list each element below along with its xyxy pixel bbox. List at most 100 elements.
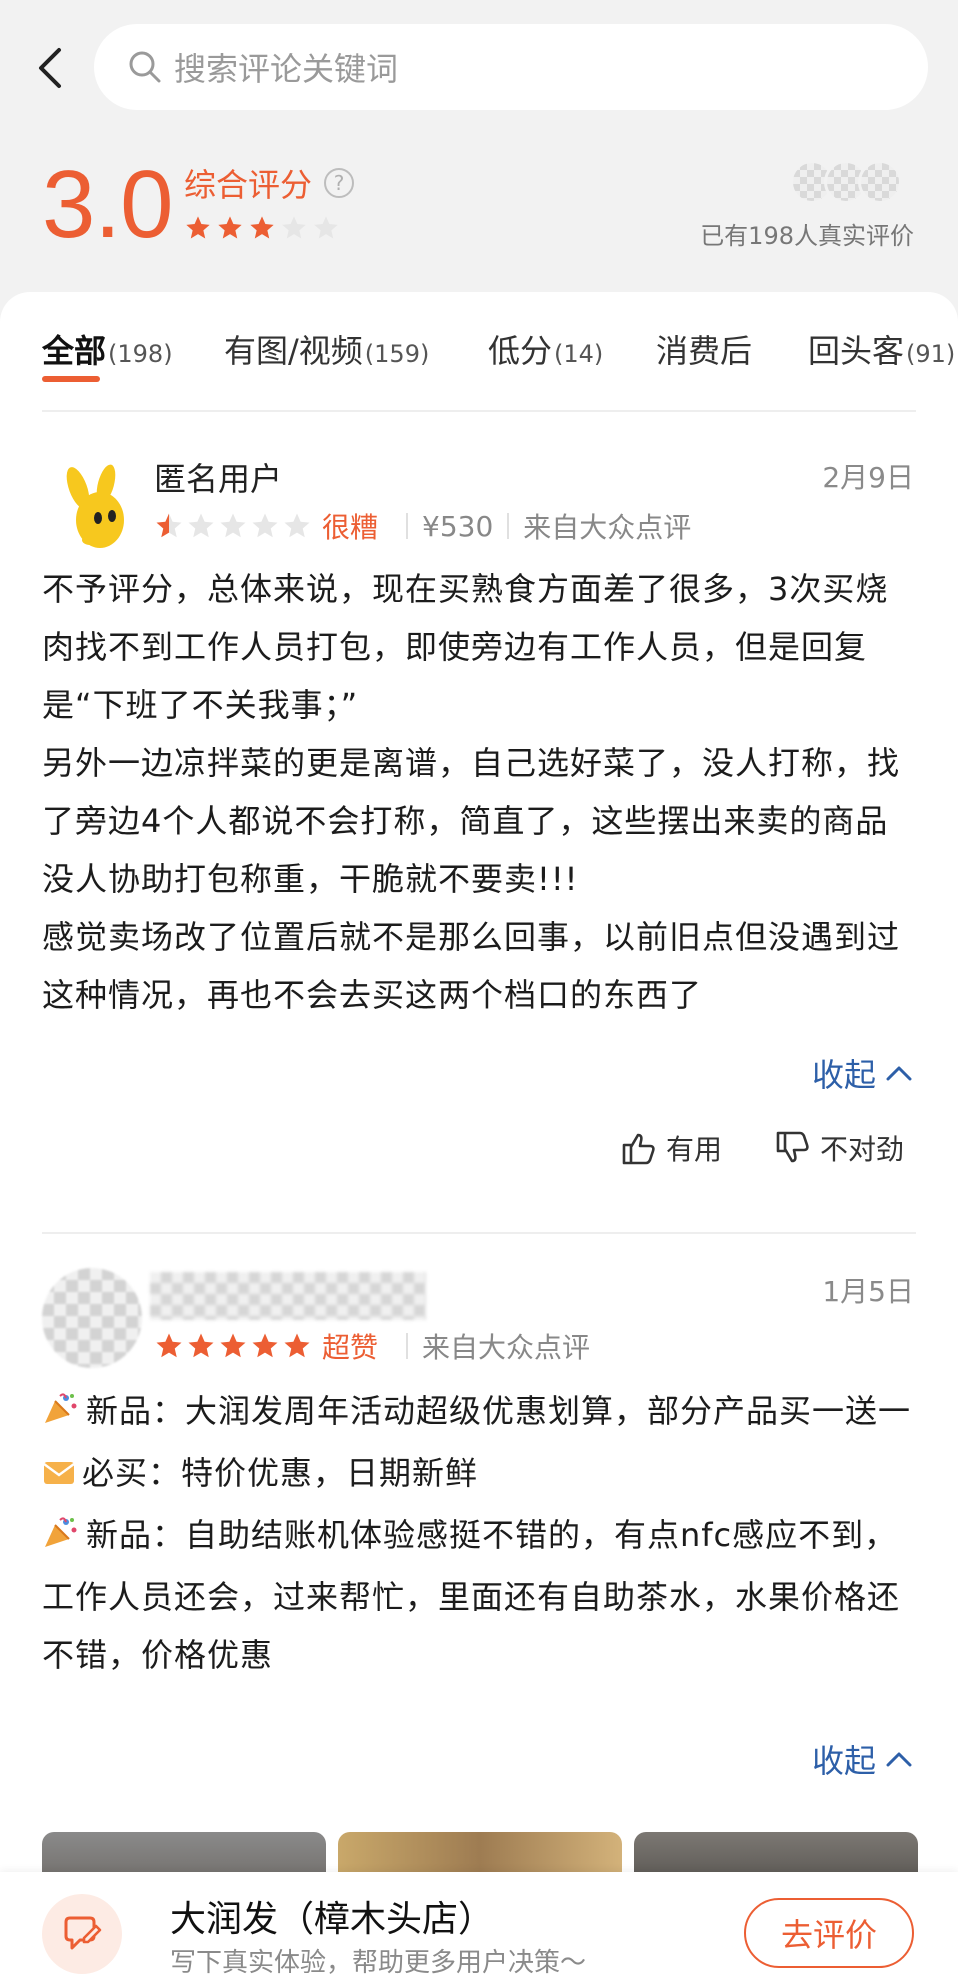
useful-button[interactable]: 有用 xyxy=(620,1128,722,1168)
paragraph-text: 新品：大润发周年活动超级优惠划算，部分产品买一送一 xyxy=(86,1392,912,1430)
avatar[interactable] xyxy=(42,1268,142,1368)
review-paragraph: 感觉卖场改了位置后就不是那么回事，以前旧点但没遇到过这种情况，再也不会去买这两个… xyxy=(42,918,901,1014)
top-bar: 搜索评论关键词 xyxy=(0,0,958,130)
collapse-label: 收起 xyxy=(811,1742,876,1780)
avatar[interactable] xyxy=(42,458,142,558)
thumbs-up-icon xyxy=(622,1133,655,1165)
star-icon xyxy=(314,216,338,239)
review-paragraph: 新品：自助结账机体验感挺不错的，有点nfc感应不到，工作人员还会，过来帮忙，里面… xyxy=(42,1506,916,1684)
tab-label: 回头客 xyxy=(808,332,905,370)
review-stars xyxy=(154,511,312,541)
review-price: ¥530 xyxy=(422,509,494,543)
overall-score: 3.0 xyxy=(42,151,173,258)
chevron-up-icon xyxy=(886,1752,912,1767)
star-icon xyxy=(218,216,242,239)
thumbs-down-icon xyxy=(776,1131,809,1163)
tab-after-purchase[interactable]: 消费后 xyxy=(656,326,752,372)
star-icon xyxy=(250,216,274,239)
tab-label: 消费后 xyxy=(656,332,753,370)
write-review-button[interactable]: 去评价 xyxy=(744,1898,914,1968)
filter-tabs: 全部(198) 有图/视频(159) 低分(14) 消费后 回头客(91) xyxy=(0,292,958,410)
review-photo[interactable] xyxy=(634,1832,918,1872)
review-body: 不予评分，总体来说，现在买熟食方面差了很多，3次买烧肉找不到工作人员打包，即使旁… xyxy=(42,560,916,1024)
review-date: 1月5日 xyxy=(822,1275,914,1308)
collapse-button[interactable]: 收起 xyxy=(812,1050,914,1096)
party-popper-icon xyxy=(42,1510,80,1568)
tab-count: (14) xyxy=(554,340,604,368)
star-icon xyxy=(252,513,278,538)
review-date: 2月9日 xyxy=(822,461,914,494)
review-photo[interactable] xyxy=(338,1832,622,1872)
star-icon xyxy=(220,513,246,538)
review-photos xyxy=(42,1832,918,1872)
chevron-left-icon xyxy=(39,48,61,88)
back-button[interactable] xyxy=(30,40,70,96)
collapse-button[interactable]: 收起 xyxy=(812,1736,914,1782)
review-paragraph: 另外一边凉拌菜的更是离谱，自己选好菜了，没人打称，找了旁边4个人都说不会打称，简… xyxy=(42,744,901,898)
not-right-button[interactable]: 不对劲 xyxy=(774,1128,904,1168)
reviewer-name: 匿名用户 xyxy=(154,460,283,498)
review-meta: 超赞 来自大众点评 xyxy=(154,1326,590,1366)
review-meta: 很糟 ¥530 来自大众点评 xyxy=(154,506,691,546)
tab-low-score[interactable]: 低分(14) xyxy=(488,326,603,372)
search-input[interactable]: 搜索评论关键词 xyxy=(94,24,928,110)
summary-stars xyxy=(184,214,340,242)
search-placeholder: 搜索评论关键词 xyxy=(174,50,399,88)
divider xyxy=(507,513,510,539)
active-tab-indicator xyxy=(42,376,100,382)
star-icon xyxy=(188,1333,214,1358)
divider xyxy=(406,513,409,539)
tab-count: (198) xyxy=(108,340,173,368)
reviews-card: 全部(198) 有图/视频(159) 低分(14) 消费后 回头客(91) 匿名… xyxy=(0,292,958,1872)
reviewer-name xyxy=(150,1272,426,1320)
store-subtitle: 写下真实体验，帮助更多用户决策～ xyxy=(170,1948,587,1978)
review-paragraph: 不予评分，总体来说，现在买熟食方面差了很多，3次买烧肉找不到工作人员打包，即使旁… xyxy=(42,570,889,724)
real-review-count: 已有198人真实评价 xyxy=(700,222,914,250)
score-label-text: 综合评分 xyxy=(184,166,313,204)
tab-label: 全部 xyxy=(42,332,107,370)
divider xyxy=(42,1232,916,1234)
star-icon xyxy=(156,1333,182,1358)
search-icon xyxy=(129,51,161,83)
divider xyxy=(406,1333,409,1359)
bottom-bar: 大润发（樟木头店） 写下真实体验，帮助更多用户决策～ 去评价 xyxy=(0,1872,958,1986)
star-icon xyxy=(252,1333,278,1358)
star-icon xyxy=(156,513,182,538)
star-icon xyxy=(284,513,310,538)
overall-score-label: 综合评分 ? xyxy=(184,160,355,206)
avatar xyxy=(858,160,902,204)
review-photo[interactable] xyxy=(42,1832,326,1872)
store-name: 大润发（樟木头店） xyxy=(170,1899,495,1940)
useful-label: 有用 xyxy=(666,1133,723,1166)
party-popper-icon xyxy=(42,1386,80,1444)
tab-count: (91) xyxy=(906,340,956,368)
star-icon xyxy=(284,1333,310,1358)
review-source: 来自大众点评 xyxy=(523,511,692,544)
review-paragraph: 新品：大润发周年活动超级优惠划算，部分产品买一送一 xyxy=(42,1382,916,1444)
rating-word: 很糟 xyxy=(322,511,379,544)
write-review-icon xyxy=(42,1894,122,1974)
review-paragraph: 必买：特价优惠，日期新鲜 xyxy=(42,1444,916,1506)
star-icon xyxy=(282,216,306,239)
tab-count: (159) xyxy=(364,340,430,368)
star-icon xyxy=(186,216,210,239)
review-stars xyxy=(154,1331,312,1361)
review-body: 新品：大润发周年活动超级优惠划算，部分产品买一送一 必买：特价优惠，日期新鲜 新… xyxy=(42,1382,916,1684)
star-icon xyxy=(188,513,214,538)
tab-all[interactable]: 全部(198) xyxy=(42,326,173,372)
not-right-label: 不对劲 xyxy=(820,1133,905,1166)
tab-label: 低分 xyxy=(488,332,553,370)
help-icon[interactable]: ? xyxy=(324,168,355,198)
divider xyxy=(42,410,916,412)
envelope-icon xyxy=(42,1448,76,1506)
paragraph-text: 新品：自助结账机体验感挺不错的，有点nfc感应不到，工作人员还会，过来帮忙，里面… xyxy=(42,1516,901,1674)
chevron-up-icon xyxy=(886,1066,912,1081)
review-source: 来自大众点评 xyxy=(422,1331,591,1364)
tab-with-media[interactable]: 有图/视频(159) xyxy=(224,326,429,372)
tab-returning[interactable]: 回头客(91) xyxy=(808,326,955,372)
tab-label: 有图/视频 xyxy=(224,332,363,370)
mascot-avatar-icon xyxy=(66,464,124,548)
paragraph-text: 必买：特价优惠，日期新鲜 xyxy=(82,1454,479,1492)
help-glyph: ? xyxy=(333,171,345,195)
star-icon xyxy=(220,1333,246,1358)
